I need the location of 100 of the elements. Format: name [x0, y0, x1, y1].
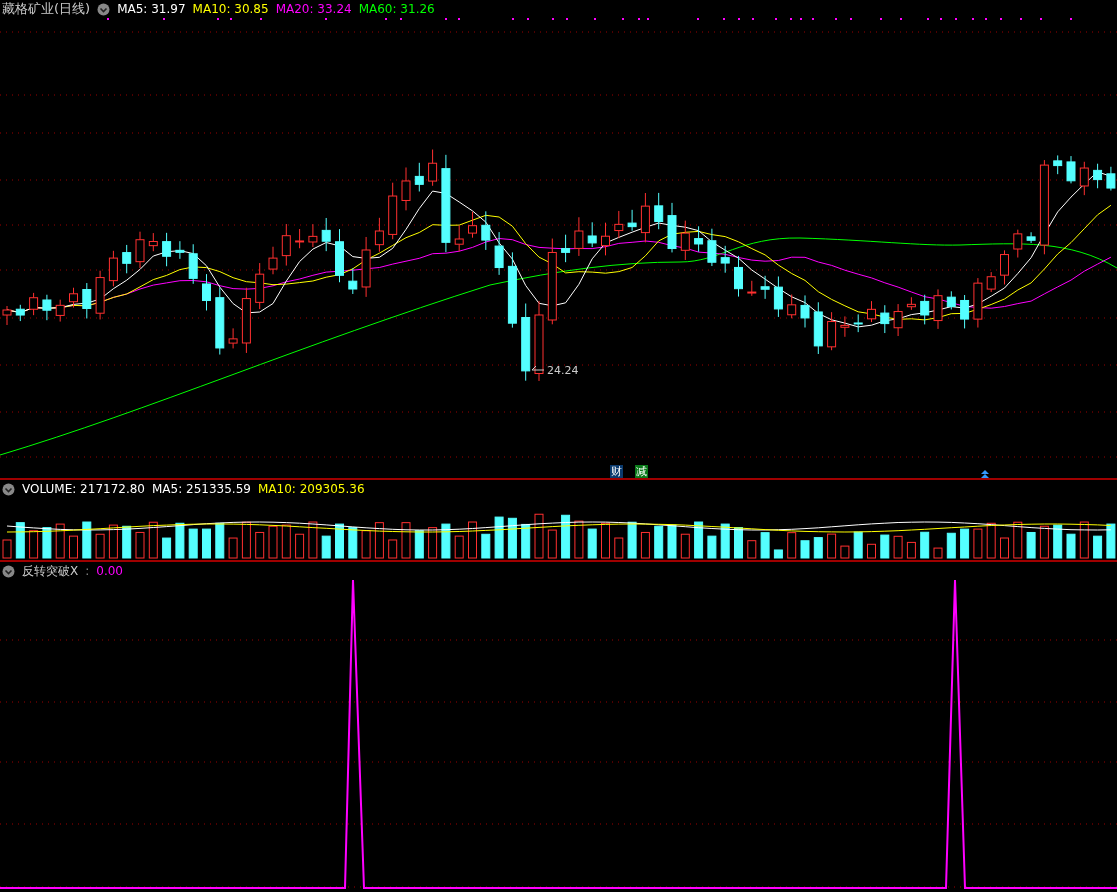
volume-label: MA10: 209305.36	[257, 482, 365, 496]
volume-bar	[933, 547, 943, 559]
volume-bar	[361, 530, 371, 559]
volume-bar	[162, 537, 172, 559]
volume-bar	[428, 527, 438, 559]
volume-bar	[694, 521, 704, 559]
candlestick	[773, 276, 783, 318]
candlestick	[734, 255, 743, 298]
candlestick	[561, 234, 571, 263]
candlestick	[1106, 166, 1116, 191]
volume-bar	[827, 533, 837, 559]
volume-bar	[574, 520, 584, 559]
candlestick	[295, 228, 305, 249]
candlestick	[893, 303, 903, 337]
volume-bar	[122, 525, 132, 559]
moving-average-label: MA10: 30.85	[192, 2, 269, 16]
candlestick	[787, 294, 797, 319]
candlestick	[148, 232, 158, 252]
volume-bar	[388, 539, 398, 559]
candlestick	[69, 287, 78, 309]
candlestick	[707, 228, 717, 267]
event-marker[interactable]: 减	[635, 465, 648, 478]
candlestick	[95, 270, 105, 320]
volume-bar	[69, 535, 78, 559]
candlestick	[241, 287, 251, 354]
candlestick	[853, 313, 863, 333]
candlestick	[640, 192, 650, 243]
candlestick	[268, 246, 278, 275]
candlestick	[29, 292, 39, 316]
candlestick	[1079, 161, 1089, 196]
dropdown-chevron-icon[interactable]	[2, 564, 15, 578]
candlestick	[1066, 155, 1076, 184]
candlestick	[188, 243, 198, 285]
candlestick	[800, 294, 810, 328]
candlestick	[920, 294, 930, 325]
volume-bar	[175, 522, 185, 559]
volume-bar	[42, 527, 52, 559]
volume-bar	[1000, 537, 1009, 559]
dropdown-chevron-icon[interactable]	[2, 482, 15, 496]
candlestick	[880, 304, 890, 334]
candlestick	[601, 222, 610, 256]
candlestick	[1000, 249, 1009, 285]
volume-bar	[202, 528, 211, 559]
volume-bar	[1013, 521, 1023, 559]
volume-bar	[401, 522, 411, 559]
indicator-value: 0.00	[96, 564, 123, 578]
moving-average-label: MA60: 31.26	[358, 2, 435, 16]
candlestick	[614, 210, 624, 239]
candlestick	[946, 290, 956, 310]
candlestick	[1013, 229, 1023, 258]
volume-bar	[255, 531, 265, 559]
volume-bar	[494, 516, 504, 559]
volume-label: MA5: 251335.59	[152, 482, 251, 496]
candlestick	[361, 236, 371, 298]
candlestick	[175, 240, 185, 260]
volume-bar	[228, 537, 238, 559]
candlestick	[747, 280, 757, 297]
candlestick	[428, 149, 438, 187]
volume-bar	[188, 528, 198, 559]
candlestick	[680, 220, 690, 261]
volume-bar	[747, 540, 757, 559]
volume-bar	[973, 528, 983, 559]
volume-bar	[468, 521, 477, 559]
volume-bar	[654, 525, 664, 559]
candlestick	[454, 224, 464, 252]
candlestick	[694, 225, 704, 253]
candlestick	[867, 300, 876, 323]
candlestick	[321, 217, 331, 252]
candlestick	[667, 202, 677, 253]
volume-bar	[986, 522, 996, 559]
candlestick	[960, 294, 970, 329]
volume-bar	[601, 522, 610, 559]
volume-bar	[135, 531, 145, 559]
candlestick	[108, 250, 118, 287]
candlestick	[1053, 154, 1063, 175]
candlestick	[15, 304, 25, 322]
candlestick	[335, 228, 344, 283]
candlestick	[215, 287, 225, 356]
volume-label: VOLUME: 217172.80	[22, 482, 145, 496]
candlestick	[388, 182, 398, 240]
volume-bar	[773, 549, 783, 559]
volume-bar	[55, 523, 65, 559]
volume-bar	[148, 521, 158, 559]
candlestick	[973, 277, 983, 329]
volume-bar	[1079, 521, 1089, 559]
volume-bar	[853, 531, 863, 559]
volume-bar	[946, 532, 956, 559]
dropdown-chevron-icon[interactable]	[97, 2, 111, 16]
volume-bar	[1066, 533, 1076, 559]
candlestick	[933, 288, 943, 330]
candlestick	[627, 209, 637, 232]
candlestick	[494, 231, 504, 276]
moving-average-label: MA5: 31.97	[117, 2, 186, 16]
candlestick	[122, 244, 132, 274]
volume-bar	[215, 522, 225, 559]
volume-bar	[627, 521, 637, 559]
volume-bar	[667, 524, 677, 559]
volume-bar	[1053, 524, 1063, 559]
event-marker[interactable]: 财	[610, 465, 623, 478]
volume-bar	[321, 535, 331, 559]
